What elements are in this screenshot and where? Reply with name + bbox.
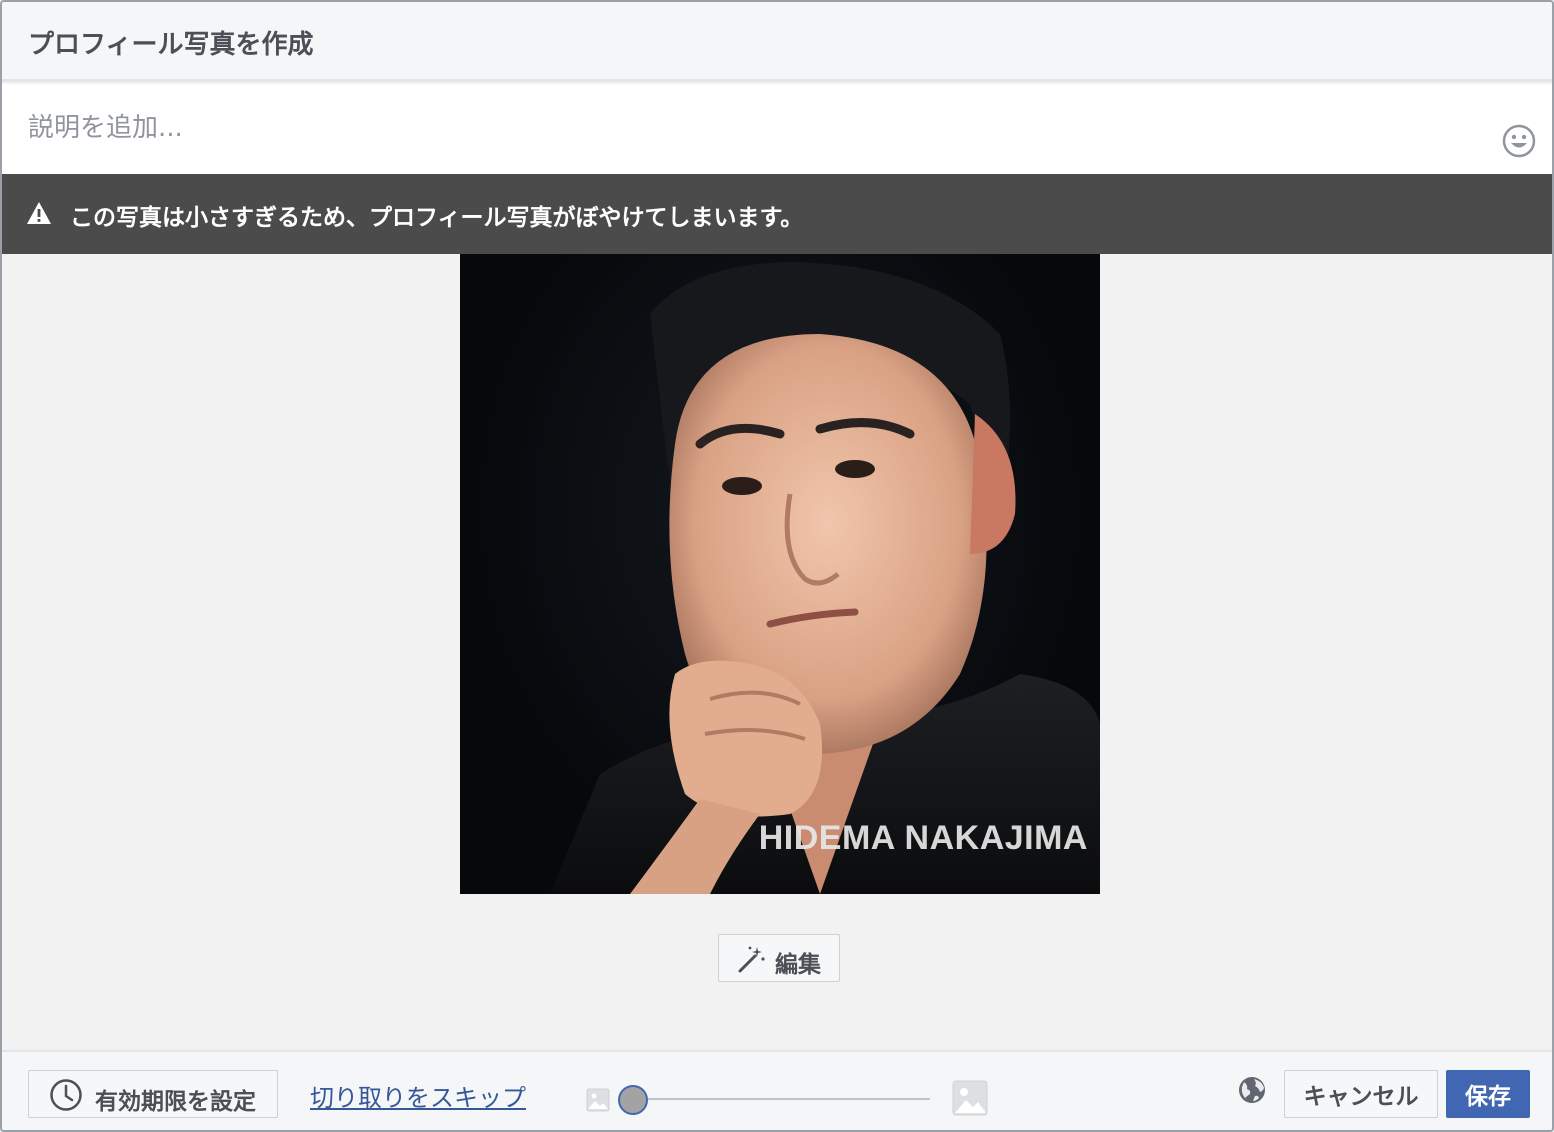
warning-icon (26, 201, 52, 225)
create-profile-picture-dialog: プロフィール写真を作成 この写真は小さすぎるため、プロフィール写真がぼやけてしま… (0, 0, 1554, 1132)
zoom-slider-handle[interactable] (618, 1085, 648, 1115)
description-input[interactable] (28, 106, 1488, 150)
globe-icon[interactable] (1238, 1076, 1266, 1104)
warning-message: この写真は小さすぎるため、プロフィール写真がぼやけてしまいます。 (70, 205, 804, 231)
image-small-icon (586, 1088, 610, 1112)
save-button[interactable]: 保存 (1446, 1070, 1530, 1118)
dialog-title: プロフィール写真を作成 (28, 30, 314, 60)
clock-icon (49, 1078, 83, 1112)
profile-photo-crop-area[interactable]: HIDEMA NAKAJIMA (460, 254, 1100, 894)
profile-photo (550, 262, 1100, 894)
skip-cropping-link[interactable]: 切り取りをスキップ (310, 1078, 526, 1113)
zoom-slider-track[interactable] (632, 1098, 930, 1100)
image-large-icon (952, 1080, 988, 1116)
magic-wand-icon (737, 945, 767, 973)
description-area (2, 84, 1552, 174)
edit-photo-button[interactable]: 編集 (718, 934, 840, 982)
warning-bar: この写真は小さすぎるため、プロフィール写真がぼやけてしまいます。 (2, 174, 1552, 254)
edit-button-label: 編集 (775, 952, 821, 978)
dialog-header: プロフィール写真を作成 (2, 2, 1552, 82)
set-expiration-button[interactable]: 有効期限を設定 (28, 1070, 278, 1118)
cancel-button[interactable]: キャンセル (1284, 1070, 1438, 1118)
photo-watermark-text: HIDEMA NAKAJIMA (758, 819, 1088, 857)
dialog-footer: 有効期限を設定 切り取りをスキップ キャンセル 保存 (2, 1050, 1552, 1130)
set-expiration-label: 有効期限を設定 (95, 1089, 256, 1115)
smiley-icon[interactable] (1502, 124, 1536, 158)
